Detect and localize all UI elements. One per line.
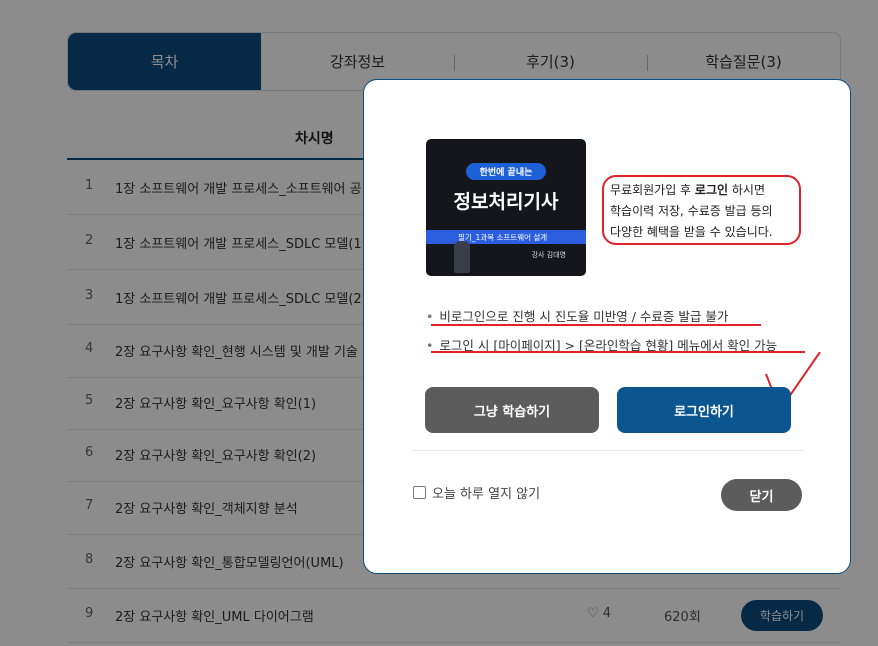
thumbnail-teacher: 강사 김대영	[531, 251, 566, 259]
login-prompt-modal: 한번에 끝내는 정보처리기사 필기_1과목 소프트웨어 설계 강사 김대영 무료…	[363, 79, 851, 574]
note-login-emphasis: 로그인	[694, 183, 729, 197]
notice-text: 비로그인으로 진행 시 진도율 미반영 / 수료증 발급 불가	[439, 309, 729, 324]
course-thumbnail: 한번에 끝내는 정보처리기사 필기_1과목 소프트웨어 설계 강사 김대영	[426, 139, 586, 276]
modal-divider	[412, 450, 804, 451]
thumbnail-pill: 한번에 끝내는	[466, 163, 546, 180]
note-text: 무료회원가입 후	[610, 183, 695, 197]
thumbnail-subtitle: 필기_1과목 소프트웨어 설계	[426, 230, 586, 244]
login-button[interactable]: 로그인하기	[617, 387, 791, 433]
annotation-underline	[431, 324, 761, 326]
note-line-1: 무료회원가입 후 로그인 하시면	[610, 180, 799, 201]
note-text: 하시면	[728, 183, 765, 197]
instructor-figure	[454, 241, 470, 273]
study-without-login-button[interactable]: 그냥 학습하기	[425, 387, 599, 433]
bullet-dot: •	[426, 309, 434, 324]
no-show-today-option[interactable]: 오늘 하루 열지 않기	[413, 483, 540, 502]
close-button[interactable]: 닫기	[721, 479, 802, 511]
note-line-3: 다양한 혜택을 받을 수 있습니다.	[610, 225, 773, 239]
no-show-today-checkbox[interactable]	[413, 486, 426, 499]
note-line-2: 학습이력 저장, 수료증 발급 등의	[610, 204, 773, 218]
benefit-note: 무료회원가입 후 로그인 하시면 학습이력 저장, 수료증 발급 등의 다양한 …	[602, 175, 801, 245]
thumbnail-title: 정보처리기사	[453, 191, 559, 213]
annotation-underline	[431, 351, 805, 353]
no-show-today-label: 오늘 하루 열지 않기	[432, 487, 541, 502]
notice-bullet: • 비로그인으로 진행 시 진도율 미반영 / 수료증 발급 불가	[426, 306, 728, 325]
